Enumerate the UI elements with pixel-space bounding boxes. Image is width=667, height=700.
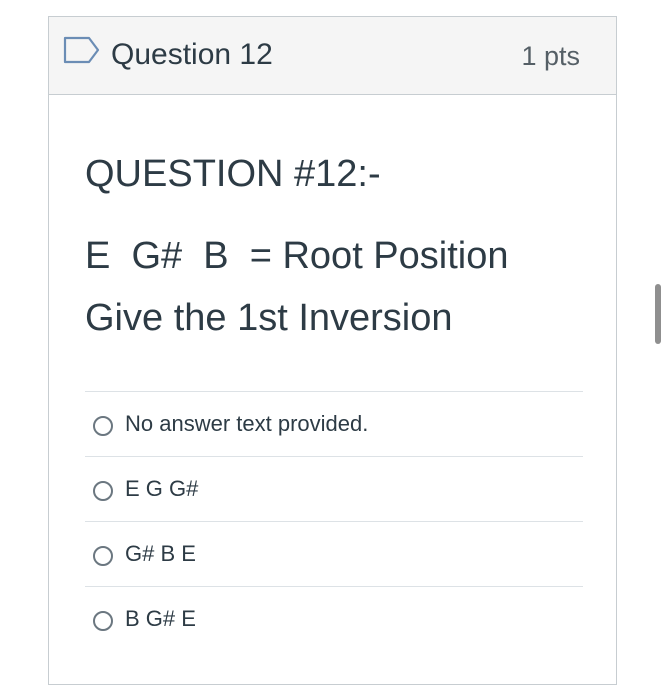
answer-list: No answer text provided. E G G# G# B E B… [85,391,583,651]
radio-button[interactable] [93,416,113,436]
radio-button[interactable] [93,611,113,631]
answer-option[interactable]: B G# E [85,586,583,651]
question-instruction-line: Give the 1st Inversion [85,297,453,339]
question-heading: QUESTION #12:- [85,153,381,195]
scrollbar-thumb[interactable] [655,284,661,344]
question-points: 1 pts [521,41,580,71]
flag-question-icon[interactable] [63,36,101,64]
answer-option[interactable]: No answer text provided. [85,391,583,456]
question-card: Question 12 1 pts QUESTION #12:- E G# B … [48,16,617,685]
radio-button[interactable] [93,546,113,566]
answer-label: No answer text provided. [125,411,369,436]
question-prompt-line: E G# B = Root Position [85,235,509,277]
question-header: Question 12 1 pts [49,17,616,95]
question-title: Question 12 [111,38,273,71]
question-text: QUESTION #12:- E G# B = Root Position Gi… [85,151,583,341]
answer-label: E G G# [125,476,199,501]
answer-label: G# B E [125,541,196,566]
answer-label: B G# E [125,606,196,631]
answer-option[interactable]: E G G# [85,456,583,521]
radio-button[interactable] [93,481,113,501]
answer-option[interactable]: G# B E [85,521,583,586]
